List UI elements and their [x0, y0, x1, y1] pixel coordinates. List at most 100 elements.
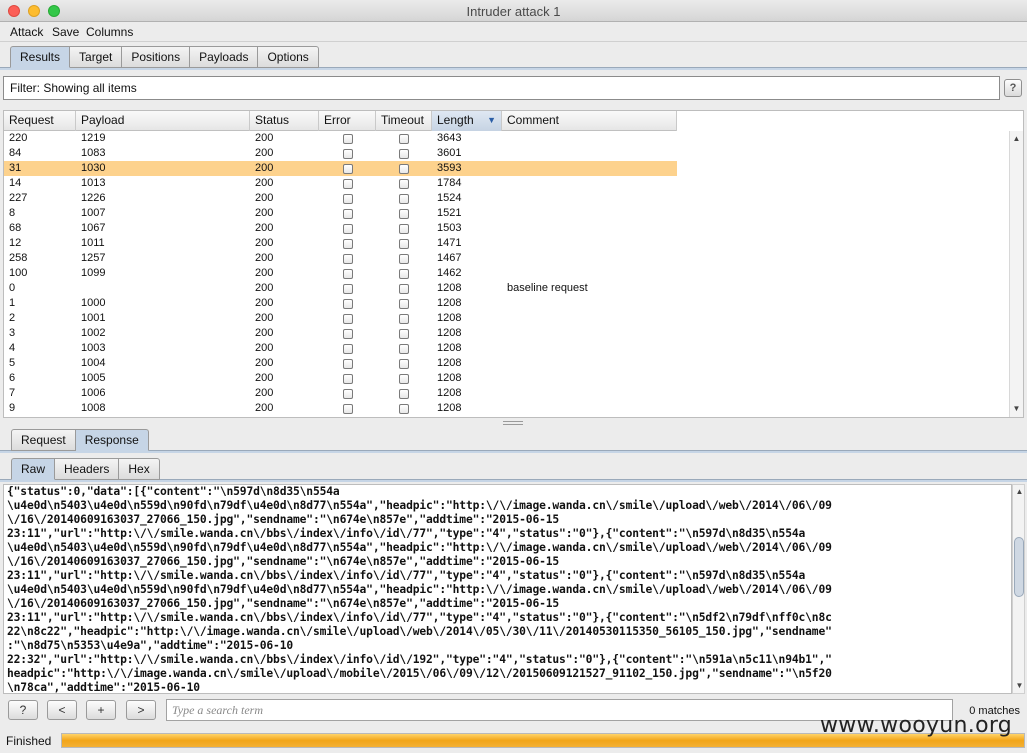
tab-positions[interactable]: Positions	[122, 46, 191, 68]
scroll-down-icon[interactable]: ▼	[1013, 680, 1026, 692]
error-checkbox[interactable]	[342, 358, 353, 369]
cell-length: 1208	[437, 282, 462, 294]
next-match-button[interactable]: >	[126, 700, 156, 720]
timeout-checkbox[interactable]	[399, 178, 409, 189]
error-checkbox[interactable]	[342, 253, 353, 264]
table-row[interactable]: 7 1006 200 1208	[4, 386, 677, 401]
error-checkbox[interactable]	[342, 313, 353, 324]
help-button[interactable]: ?	[1004, 79, 1022, 97]
table-row[interactable]: 3 1002 200 1208	[4, 326, 677, 341]
menu-columns[interactable]: Columns	[86, 25, 133, 39]
timeout-checkbox[interactable]	[399, 313, 409, 324]
error-checkbox[interactable]	[342, 148, 353, 159]
timeout-checkbox[interactable]	[399, 253, 409, 264]
error-checkbox[interactable]	[342, 298, 353, 309]
table-row[interactable]: 12 1011 200 1471	[4, 236, 677, 251]
timeout-checkbox[interactable]	[399, 283, 409, 294]
timeout-checkbox[interactable]	[399, 163, 409, 174]
scroll-up-icon[interactable]: ▲	[1010, 133, 1023, 145]
timeout-checkbox[interactable]	[399, 388, 409, 399]
error-checkbox[interactable]	[342, 403, 353, 414]
timeout-checkbox[interactable]	[399, 223, 409, 234]
column-header-request[interactable]: Request	[4, 111, 76, 131]
search-help-button[interactable]: ?	[8, 700, 38, 720]
tab-response[interactable]: Response	[75, 429, 149, 451]
cell-request: 258	[9, 252, 28, 264]
timeout-checkbox[interactable]	[399, 403, 409, 414]
cell-timeout	[376, 221, 432, 236]
tab-options[interactable]: Options	[258, 46, 319, 68]
table-row[interactable]: 31 1030 200 3593	[4, 161, 677, 176]
column-header-comment[interactable]: Comment	[502, 111, 677, 131]
table-row[interactable]: 227 1226 200 1524	[4, 191, 677, 206]
table-row[interactable]: 0 200 1208 baseline request	[4, 281, 677, 296]
tab-hex[interactable]: Hex	[119, 458, 160, 480]
error-checkbox[interactable]	[342, 193, 353, 204]
add-button[interactable]: +	[86, 700, 116, 720]
timeout-checkbox[interactable]	[399, 358, 409, 369]
error-checkbox[interactable]	[342, 208, 353, 219]
timeout-checkbox[interactable]	[399, 133, 409, 144]
status-text: Finished	[6, 734, 52, 748]
error-checkbox[interactable]	[342, 238, 353, 249]
timeout-checkbox[interactable]	[399, 373, 409, 384]
tab-raw[interactable]: Raw	[11, 458, 56, 480]
tab-results[interactable]: Results	[10, 46, 71, 68]
error-checkbox[interactable]	[342, 283, 353, 294]
response-scrollbar[interactable]: ▲ ▼	[1012, 484, 1025, 694]
tab-headers[interactable]: Headers	[55, 458, 120, 480]
scroll-up-icon[interactable]: ▲	[1013, 486, 1026, 498]
table-row[interactable]: 4 1003 200 1208	[4, 341, 677, 356]
table-row[interactable]: 14 1013 200 1784	[4, 176, 677, 191]
cell-error	[319, 176, 376, 191]
error-checkbox[interactable]	[342, 373, 353, 384]
table-row[interactable]: 1 1000 200 1208	[4, 296, 677, 311]
table-row[interactable]: 68 1067 200 1503	[4, 221, 677, 236]
timeout-checkbox[interactable]	[399, 148, 409, 159]
error-checkbox[interactable]	[342, 388, 353, 399]
timeout-checkbox[interactable]	[399, 268, 409, 279]
table-row[interactable]: 2 1001 200 1208	[4, 311, 677, 326]
column-header-status[interactable]: Status	[250, 111, 319, 131]
scroll-thumb[interactable]	[1014, 537, 1024, 597]
table-row[interactable]: 100 1099 200 1462	[4, 266, 677, 281]
timeout-checkbox[interactable]	[399, 208, 409, 219]
column-header-timeout[interactable]: Timeout	[376, 111, 432, 131]
table-row[interactable]: 84 1083 200 3601	[4, 146, 677, 161]
table-row[interactable]: 9 1008 200 1208	[4, 401, 677, 416]
table-row[interactable]: 258 1257 200 1467	[4, 251, 677, 266]
tab-request[interactable]: Request	[11, 429, 76, 451]
timeout-checkbox[interactable]	[399, 328, 409, 339]
cell-request: 7	[9, 387, 16, 399]
error-checkbox[interactable]	[342, 178, 353, 189]
error-checkbox[interactable]	[342, 328, 353, 339]
table-row[interactable]: 220 1219 200 3643	[4, 131, 677, 146]
scroll-down-icon[interactable]: ▼	[1010, 403, 1023, 415]
error-checkbox[interactable]	[342, 223, 353, 234]
error-checkbox[interactable]	[342, 343, 353, 354]
table-row[interactable]: 8 1007 200 1521	[4, 206, 677, 221]
cell-payload: 1099	[81, 267, 106, 279]
column-header-length[interactable]: Length ▼	[432, 111, 502, 131]
response-line: \/16\/20140609163037_27066_150.jpg","sen…	[7, 555, 560, 568]
menu-attack[interactable]: Attack	[10, 25, 43, 39]
error-checkbox[interactable]	[342, 163, 353, 174]
previous-match-button[interactable]: <	[47, 700, 77, 720]
table-row[interactable]: 6 1005 200 1208	[4, 371, 677, 386]
tab-target[interactable]: Target	[70, 46, 123, 68]
menu-save[interactable]: Save	[52, 25, 79, 39]
error-checkbox[interactable]	[342, 133, 353, 144]
table-row[interactable]: 5 1004 200 1208	[4, 356, 677, 371]
timeout-checkbox[interactable]	[399, 298, 409, 309]
column-header-payload[interactable]: Payload	[76, 111, 250, 131]
error-checkbox[interactable]	[342, 268, 353, 279]
timeout-checkbox[interactable]	[399, 343, 409, 354]
column-header-error[interactable]: Error	[319, 111, 376, 131]
tab-payloads[interactable]: Payloads	[190, 46, 259, 68]
timeout-checkbox[interactable]	[399, 238, 409, 249]
pane-splitter-handle[interactable]	[503, 421, 523, 425]
filter-bar[interactable]: Filter: Showing all items	[3, 76, 1000, 100]
response-body[interactable]: {"status":0,"data":[{"content":"\n597d\n…	[3, 484, 1012, 694]
timeout-checkbox[interactable]	[399, 193, 409, 204]
table-scrollbar[interactable]: ▲ ▼	[1009, 131, 1023, 417]
